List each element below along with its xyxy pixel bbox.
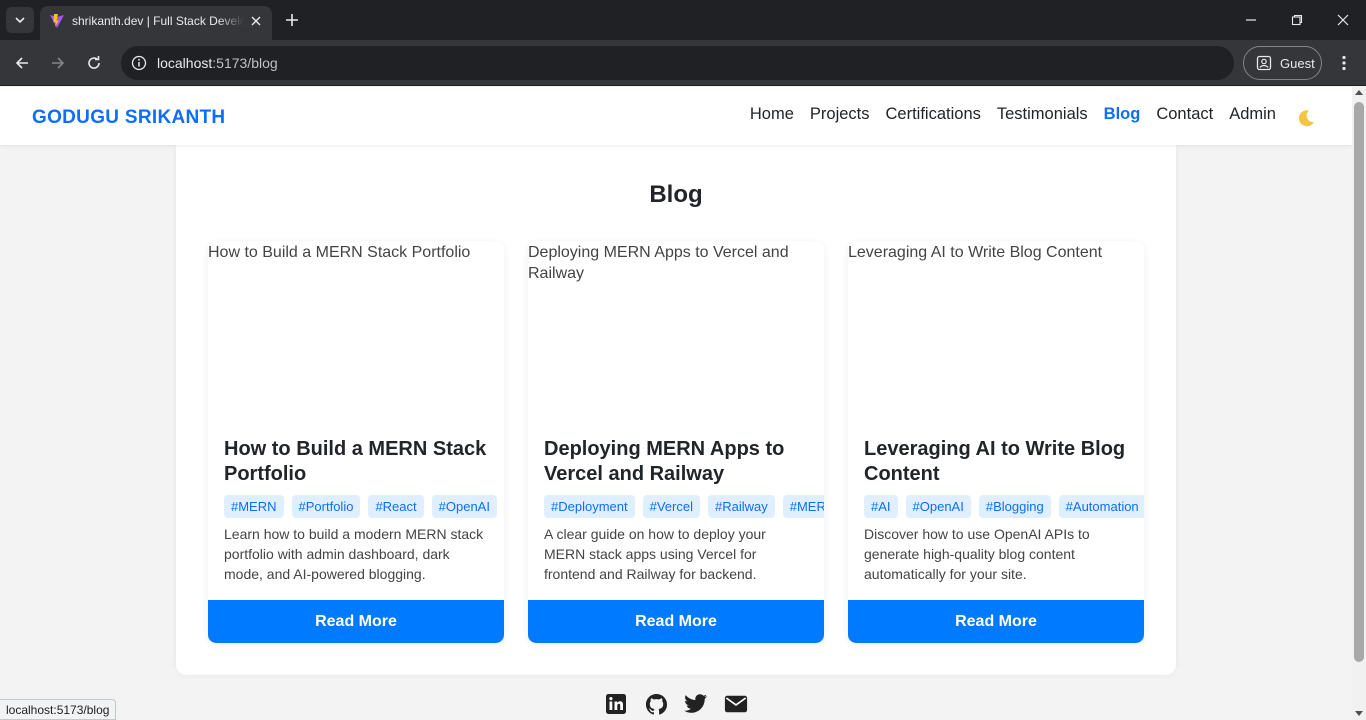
tag-badge: #MERN [224, 495, 284, 518]
site-brand[interactable]: GODUGU SRIKANTH [32, 107, 225, 129]
blog-card-tags: #Deployment #Vercel #Railway #MERN [544, 495, 824, 519]
chevron-down-icon [15, 17, 25, 24]
tag-badge: #Deployment [544, 495, 635, 518]
tag-badge: #OpenAI [905, 495, 971, 518]
scroll-down-arrow[interactable] [1355, 711, 1363, 716]
twitter-icon [684, 694, 707, 713]
blog-card-tags: #MERN #Portfolio #React #OpenAI [224, 495, 504, 519]
tag-badge: #React [368, 495, 424, 518]
browser-menu-button[interactable] [1332, 49, 1356, 77]
image-alt-text: How to Build a MERN Stack Portfolio [208, 244, 471, 261]
minimize-icon [1246, 19, 1256, 21]
twitter-link[interactable] [684, 692, 708, 716]
nav-links: Home Projects Certifications Testimonial… [750, 105, 1276, 124]
reload-button[interactable] [80, 49, 108, 77]
restore-icon [1291, 14, 1303, 26]
new-tab-button[interactable] [280, 8, 304, 32]
blog-card-excerpt: Discover how to use OpenAI APIs to gener… [864, 526, 1090, 582]
tag-badge: #Vercel [642, 495, 700, 518]
close-icon [251, 16, 261, 26]
tag-badge: #OpenAI [431, 495, 497, 518]
reload-icon [88, 56, 100, 69]
info-icon [131, 55, 147, 71]
github-link[interactable] [644, 692, 668, 716]
image-alt-text: Leveraging AI to Write Blog Content [848, 244, 1103, 261]
linkedin-link[interactable] [604, 692, 628, 716]
restore-button[interactable] [1274, 0, 1320, 40]
status-bubble-url: localhost:5173/blog [0, 699, 117, 720]
blog-card: Leveraging AI to Write Blog Content Leve… [848, 241, 1144, 643]
tag-badge: #Automation [1058, 495, 1144, 518]
blog-card-title: Leveraging AI to Write Blog Content [864, 438, 1126, 485]
browser-tab[interactable]: shrikanth.dev | Full Stack Developer [40, 6, 272, 40]
profile-label: Guest [1280, 56, 1315, 71]
nav-link-admin[interactable]: Admin [1229, 105, 1276, 124]
page-scrollbar[interactable] [1352, 87, 1366, 720]
browser-tab-strip: shrikanth.dev | Full Stack Developer [0, 0, 1366, 40]
scroll-up-arrow[interactable] [1355, 90, 1363, 95]
github-icon [645, 693, 667, 714]
site-navbar: GODUGU SRIKANTH Home Projects Certificat… [0, 87, 1352, 145]
nav-link-testimonials[interactable]: Testimonials [997, 105, 1088, 124]
guest-profile-icon [1256, 55, 1272, 71]
nav-link-projects[interactable]: Projects [810, 105, 870, 124]
close-window-button[interactable] [1320, 0, 1366, 40]
address-bar[interactable]: localhost:5173/blog [121, 46, 1234, 80]
site-info-button[interactable] [129, 53, 149, 73]
page-viewport: GODUGU SRIKANTH Home Projects Certificat… [0, 87, 1352, 720]
blog-card-excerpt: Learn how to build a modern MERN stack p… [224, 526, 484, 582]
arrow-left-icon [15, 57, 28, 69]
blog-card-excerpt: A clear guide on how to deploy your MERN… [544, 526, 766, 582]
page-title: Blog [649, 181, 703, 208]
close-icon [1337, 14, 1349, 26]
tag-badge: #MERN [782, 495, 824, 518]
vite-logo-icon [50, 14, 64, 28]
blog-card: Deploying MERN Apps to Vercel and Railwa… [528, 241, 824, 643]
url-text: localhost:5173/blog [157, 55, 278, 71]
tab-close-button[interactable] [246, 11, 266, 31]
blog-card: How to Build a MERN Stack Portfolio How … [208, 241, 504, 643]
tag-badge: #Portfolio [291, 495, 361, 518]
read-more-button[interactable]: Read More [848, 600, 1144, 643]
blog-section: Blog How to Build a MERN Stack Portfolio… [176, 145, 1176, 675]
social-links [604, 692, 748, 716]
tab-search-button[interactable] [6, 7, 34, 33]
blog-card-title: How to Build a MERN Stack Portfolio [224, 438, 487, 485]
nav-link-blog[interactable]: Blog [1104, 105, 1141, 124]
nav-link-certifications[interactable]: Certifications [886, 105, 981, 124]
read-more-button[interactable]: Read More [528, 600, 824, 643]
nav-link-contact[interactable]: Contact [1156, 105, 1213, 124]
blog-card-image: Deploying MERN Apps to Vercel and Railwa… [528, 241, 824, 421]
url-path: :5173/blog [212, 55, 278, 71]
plus-icon [286, 14, 298, 26]
profile-button[interactable]: Guest [1243, 46, 1322, 80]
minimize-button[interactable] [1228, 0, 1274, 40]
tag-badge: #Blogging [978, 495, 1051, 518]
more-vertical-icon [1342, 55, 1346, 71]
tag-badge: #Railway [707, 495, 775, 518]
tab-title: shrikanth.dev | Full Stack Developer [72, 14, 244, 28]
tag-badge: #AI [864, 495, 898, 518]
forward-button[interactable] [44, 49, 72, 77]
moon-icon [1298, 110, 1314, 127]
nav-link-home[interactable]: Home [750, 105, 794, 124]
email-icon [724, 695, 748, 713]
browser-toolbar: localhost:5173/blog Guest [0, 40, 1366, 86]
arrow-right-icon [52, 57, 65, 69]
scrollbar-thumb[interactable] [1354, 102, 1364, 662]
email-link[interactable] [724, 692, 748, 716]
url-host: localhost [157, 55, 213, 71]
read-more-button[interactable]: Read More [208, 600, 504, 643]
blog-card-image: Leveraging AI to Write Blog Content [848, 241, 1144, 421]
blog-card-tags: #AI #OpenAI #Blogging #Automation [864, 495, 1144, 519]
blog-card-image: How to Build a MERN Stack Portfolio [208, 241, 504, 421]
image-alt-text: Deploying MERN Apps to Vercel and Railwa… [528, 244, 789, 282]
linkedin-icon [606, 694, 626, 714]
blog-card-title: Deploying MERN Apps to Vercel and Railwa… [544, 438, 785, 485]
theme-toggle[interactable] [1294, 106, 1318, 130]
back-button[interactable] [8, 49, 36, 77]
